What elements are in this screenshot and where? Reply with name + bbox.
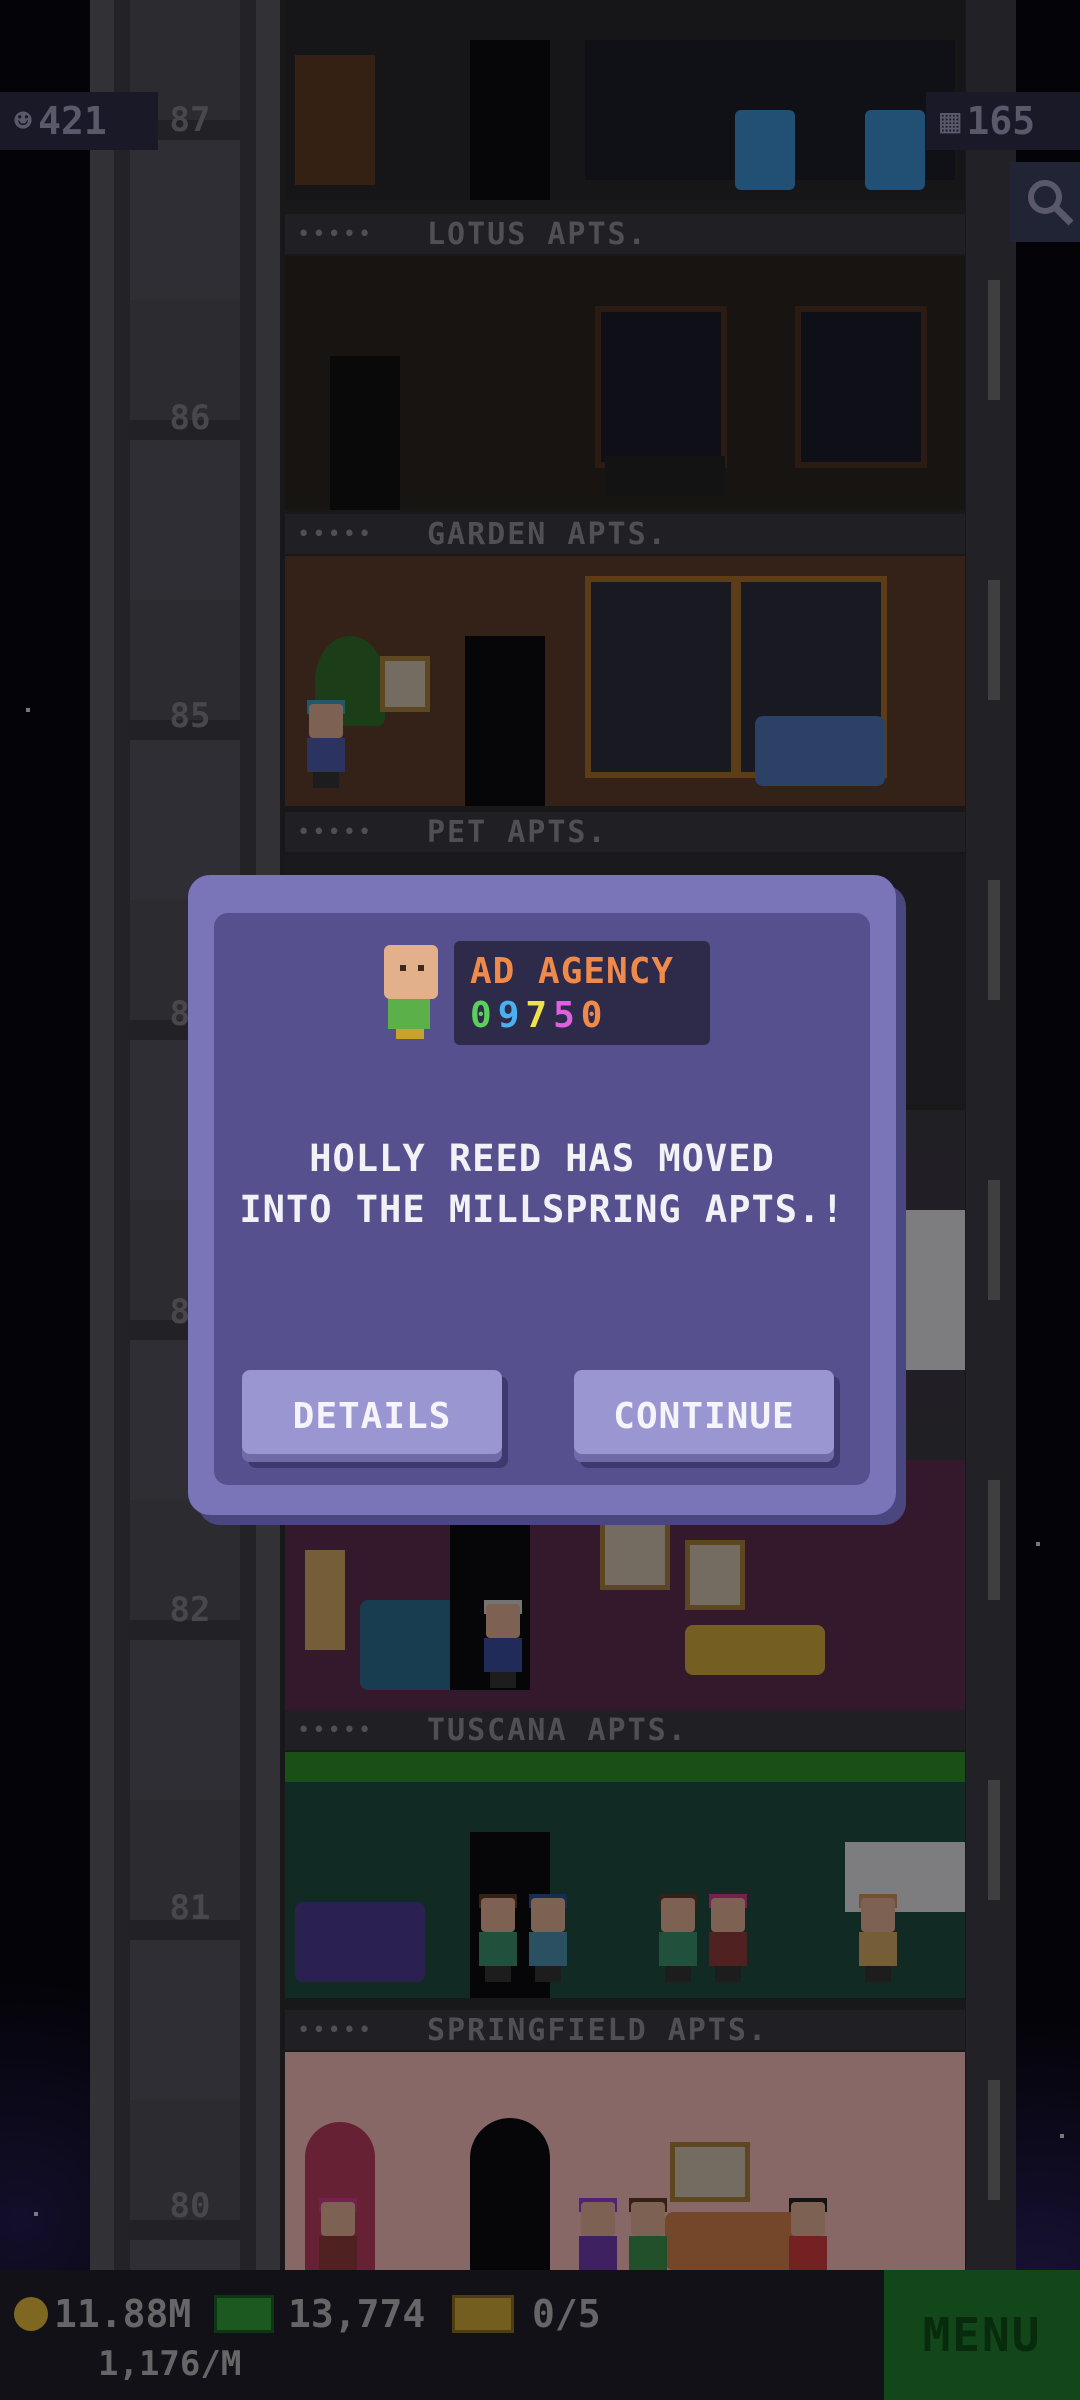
move-in-dialog: AD AGENCY 09750 HOLLY REED HAS MOVED INT… (188, 875, 896, 1515)
business-badge: AD AGENCY 09750 (454, 941, 710, 1045)
details-button[interactable]: DETAILS (242, 1370, 502, 1462)
code-digit: 0 (580, 995, 609, 1036)
dialog-message-line2: INTO THE MILLSPRING APTS.! (239, 1188, 845, 1231)
dialog-message-line1: HOLLY REED HAS MOVED (309, 1137, 775, 1180)
code-digit: 5 (553, 995, 581, 1036)
business-code: 09750 (470, 995, 608, 1036)
resident-avatar (376, 945, 438, 1041)
business-name: AD AGENCY (470, 951, 675, 992)
code-digit: 0 (470, 995, 498, 1036)
code-digit: 9 (497, 995, 526, 1036)
continue-button[interactable]: CONTINUE (574, 1370, 834, 1462)
code-digit: 7 (525, 995, 554, 1036)
